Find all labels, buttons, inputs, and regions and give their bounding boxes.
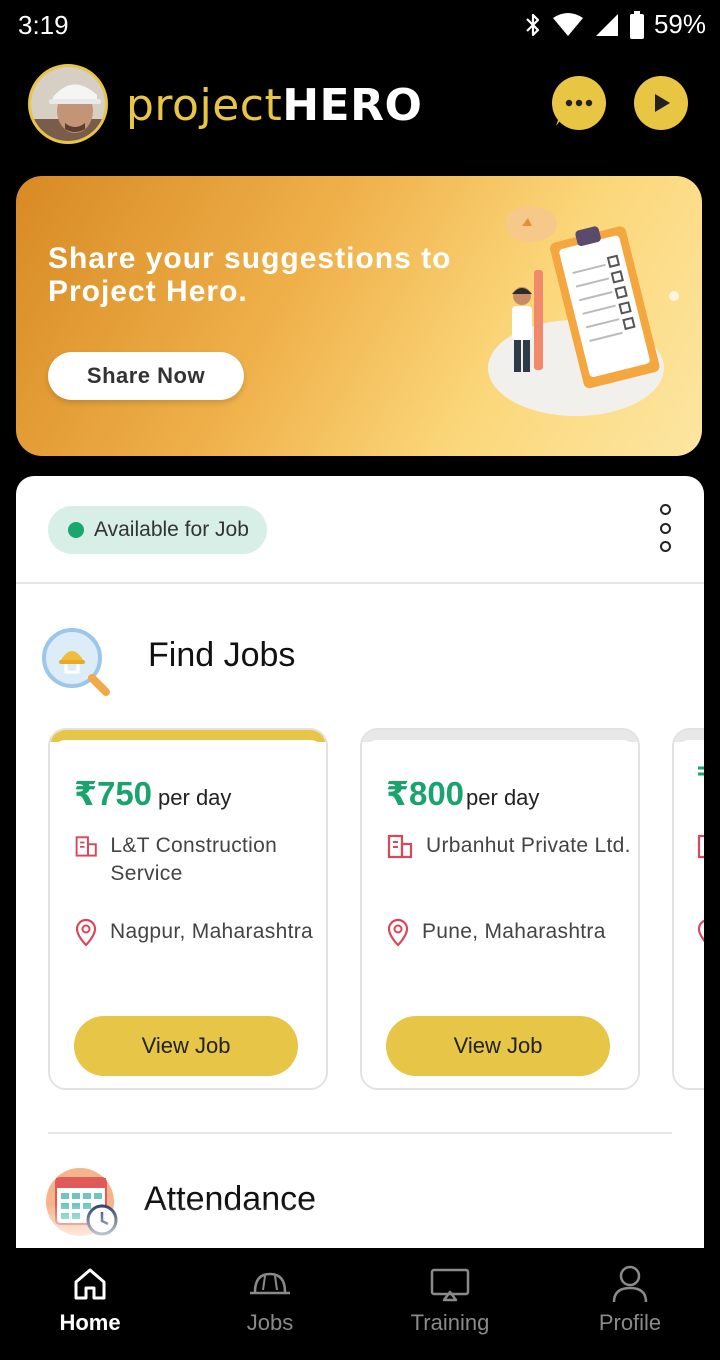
nav-label: Jobs	[246, 1310, 294, 1335]
job-location: Nagpur, Maharashtra	[74, 918, 324, 948]
nav-item-training[interactable]: Training	[360, 1248, 540, 1360]
scroll-fade	[16, 1204, 704, 1248]
location-text: Nagpur, Maharashtra	[110, 920, 313, 943]
rupee-glyph-partial	[698, 766, 704, 776]
play-button[interactable]	[634, 76, 688, 130]
building-icon	[697, 834, 704, 859]
wage-unit: per day	[466, 785, 540, 810]
play-icon	[655, 94, 670, 112]
share-now-button[interactable]: Share Now	[48, 352, 244, 400]
location-pin-icon	[75, 918, 97, 947]
brand-text-hero: HERO	[282, 80, 423, 131]
availability-label: Available for Job	[94, 518, 249, 541]
status-time: 3:19	[18, 10, 69, 40]
view-job-button[interactable]: View Job	[74, 1016, 298, 1076]
battery-icon	[629, 10, 644, 39]
nav-item-jobs[interactable]: Jobs	[180, 1248, 360, 1360]
nav-item-home[interactable]: Home	[0, 1248, 180, 1360]
find-jobs-title: Find Jobs	[148, 636, 296, 674]
bottom-nav: Home Jobs Training Profile	[0, 1248, 720, 1360]
job-company: L&T Construction Service	[74, 832, 324, 888]
job-card[interactable]: ₹750 per day L&T Construction Service Na…	[48, 728, 328, 1090]
divider	[48, 1132, 672, 1134]
availability-status[interactable]: Available for Job	[48, 506, 267, 554]
suggestion-banner[interactable]: Share your suggestions to Project Hero. …	[16, 176, 702, 456]
signal-icon	[595, 13, 618, 36]
screen-icon	[430, 1268, 470, 1302]
divider	[16, 582, 704, 584]
job-location: Pune, Maharashtra	[386, 918, 636, 948]
main-card: Available for Job Find Jobs ₹750 per day	[16, 476, 704, 1248]
nav-label: Profile	[598, 1310, 662, 1335]
view-job-button[interactable]: View Job	[386, 1016, 610, 1076]
location-text: Pune, Maharashtra	[422, 920, 606, 943]
company-name: Urbanhut Private Ltd.	[426, 834, 631, 857]
more-options-icon[interactable]	[652, 502, 678, 554]
wifi-icon	[552, 12, 583, 36]
job-wage: ₹800 per day	[386, 774, 539, 813]
wage-amount: ₹800	[386, 775, 465, 812]
hardhat-icon	[250, 1272, 290, 1295]
bluetooth-icon	[526, 13, 540, 36]
job-card[interactable]: ₹800 per day Urbanhut Private Ltd. Pune,…	[360, 728, 640, 1090]
person-icon	[612, 1265, 648, 1303]
job-card-partial[interactable]	[672, 728, 704, 1090]
avatar[interactable]	[28, 64, 108, 144]
wage-unit: per day	[158, 785, 232, 810]
brand-text-project: project	[126, 80, 283, 131]
building-icon	[75, 836, 97, 857]
job-company: Urbanhut Private Ltd.	[386, 832, 636, 860]
location-pin-icon	[697, 919, 704, 943]
chat-button[interactable]	[552, 76, 606, 130]
status-dot	[68, 522, 84, 538]
location-pin-icon	[387, 918, 409, 947]
building-icon	[387, 834, 413, 859]
app-header: projectHERO	[0, 52, 720, 162]
avatar-photo	[31, 67, 105, 141]
wage-amount: ₹750	[74, 775, 153, 812]
status-bar: 3:19 59%	[0, 0, 720, 52]
nav-item-profile[interactable]: Profile	[540, 1248, 720, 1360]
search-jobs-icon	[42, 628, 110, 696]
job-wage: ₹750 per day	[74, 774, 231, 813]
home-icon	[74, 1268, 106, 1300]
banner-title: Share your suggestions to Project Hero.	[48, 242, 452, 308]
brand-logo: projectHERO	[126, 80, 422, 131]
nav-label: Home	[59, 1310, 121, 1335]
status-icons: 59%	[524, 9, 706, 40]
battery-percent: 59%	[653, 9, 706, 39]
nav-label: Training	[410, 1310, 490, 1335]
chat-icon	[556, 79, 603, 126]
clipboard-illustration	[488, 206, 679, 416]
company-name: L&T Construction Service	[110, 834, 278, 885]
